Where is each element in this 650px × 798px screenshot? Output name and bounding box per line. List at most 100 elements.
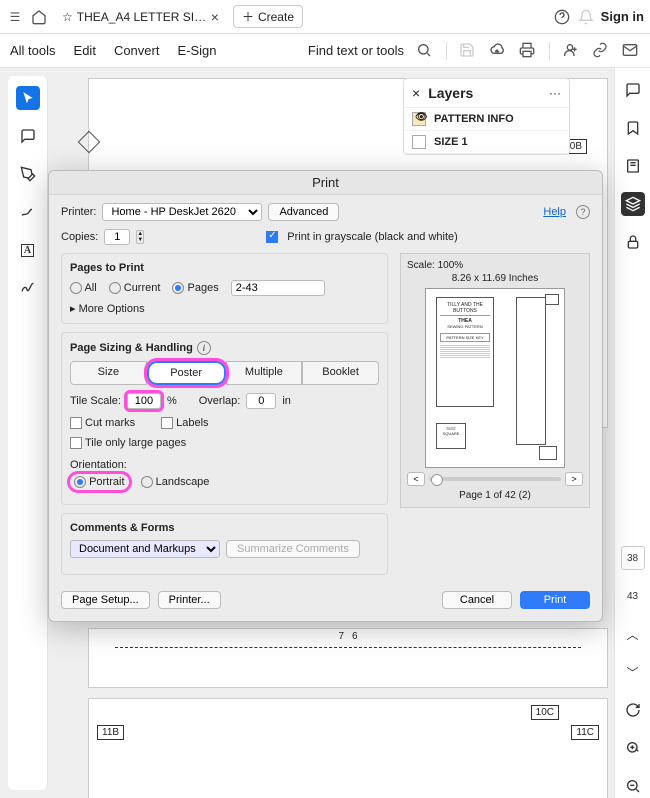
- advanced-button[interactable]: Advanced: [268, 203, 339, 221]
- overlap-label: Overlap:: [199, 395, 241, 407]
- layer-visibility-toggle[interactable]: 👁: [412, 112, 426, 126]
- highlight-tool[interactable]: [16, 162, 40, 186]
- menu-esign[interactable]: E-Sign: [177, 43, 216, 58]
- page-down-icon[interactable]: ﹀: [621, 660, 645, 684]
- tile-scale-label: Tile Scale:: [70, 395, 121, 407]
- landscape-radio[interactable]: [141, 476, 153, 488]
- copies-down-icon[interactable]: ▼: [137, 237, 143, 243]
- page-count-badge: 43: [621, 584, 645, 608]
- document-tab[interactable]: ☆ THEA_A4 LETTER SIZE... ×: [54, 7, 227, 27]
- search-icon[interactable]: [416, 42, 434, 60]
- layers-panel: × Layers ··· 👁 PATTERN INFO SIZE 1: [403, 78, 570, 155]
- link-icon[interactable]: [592, 42, 610, 60]
- star-icon: ☆: [62, 10, 73, 24]
- right-toolbar: 38 43 ︿ ﹀: [614, 68, 650, 798]
- printer-label: Printer:: [61, 206, 96, 218]
- create-button[interactable]: ＋ Create: [233, 5, 303, 28]
- page-of-label: Page 1 of 42 (2): [407, 490, 583, 501]
- panel-comment-icon[interactable]: [621, 78, 645, 102]
- page-sizing-title: Page Sizing & Handling: [70, 342, 193, 354]
- overlap-input[interactable]: [246, 393, 276, 409]
- help-link[interactable]: Help: [543, 206, 566, 218]
- document-page: 10C 11C 11B: [88, 698, 608, 798]
- menu-convert[interactable]: Convert: [114, 43, 160, 58]
- layers-more-icon[interactable]: ···: [549, 86, 561, 100]
- draw-tool[interactable]: [16, 200, 40, 224]
- scale-label: Scale: 100%: [407, 260, 583, 271]
- share-user-icon[interactable]: [562, 42, 580, 60]
- tab-size[interactable]: Size: [70, 361, 147, 385]
- text-tool[interactable]: A: [16, 238, 40, 262]
- close-tab-icon[interactable]: ×: [211, 9, 219, 25]
- portrait-radio[interactable]: [74, 476, 86, 488]
- layer-visibility-toggle[interactable]: [412, 135, 426, 149]
- pages-range-input[interactable]: [231, 280, 325, 296]
- tab-booklet[interactable]: Booklet: [302, 361, 379, 385]
- all-radio[interactable]: [70, 282, 82, 294]
- copies-input[interactable]: [104, 229, 130, 245]
- layer-row[interactable]: SIZE 1: [404, 131, 569, 154]
- sign-tool[interactable]: [16, 276, 40, 300]
- preview-next-button[interactable]: >: [565, 472, 583, 486]
- printer-select[interactable]: Home - HP DeskJet 2620: [102, 203, 262, 221]
- summarize-button: Summarize Comments: [226, 540, 360, 558]
- grayscale-checkbox[interactable]: [266, 231, 278, 243]
- cut-marks-checkbox[interactable]: [70, 417, 82, 429]
- home-icon[interactable]: [30, 8, 48, 26]
- mail-icon[interactable]: [622, 42, 640, 60]
- preview-slider[interactable]: [429, 477, 561, 481]
- comments-select[interactable]: Document and Markups: [70, 540, 220, 558]
- help-icon[interactable]: ?: [576, 205, 590, 219]
- copies-label: Copies:: [61, 231, 98, 243]
- print-dialog: Print Printer: Home - HP DeskJet 2620 Ad…: [48, 170, 603, 622]
- menu-edit[interactable]: Edit: [74, 43, 96, 58]
- comments-forms-title: Comments & Forms: [70, 522, 379, 534]
- print-icon[interactable]: [519, 42, 537, 60]
- panel-layers-icon[interactable]: [621, 192, 645, 216]
- close-layers-icon[interactable]: ×: [412, 85, 420, 101]
- zoom-out-icon[interactable]: [621, 774, 645, 798]
- tab-title: THEA_A4 LETTER SIZE...: [77, 10, 207, 24]
- cloud-icon[interactable]: [489, 42, 507, 60]
- zoom-in-icon[interactable]: [621, 736, 645, 760]
- comment-tool[interactable]: [16, 124, 40, 148]
- page-up-icon[interactable]: ︿: [621, 622, 645, 646]
- print-button[interactable]: Print: [520, 591, 590, 609]
- panel-lock-icon[interactable]: [621, 230, 645, 254]
- pattern-label-11c: 11C: [571, 725, 599, 740]
- pages-to-print-title: Pages to Print: [70, 262, 379, 274]
- ruler-mark: 7: [338, 631, 344, 642]
- bell-icon[interactable]: [577, 8, 595, 26]
- rotate-icon[interactable]: [621, 698, 645, 722]
- tab-multiple[interactable]: Multiple: [226, 361, 303, 385]
- preview-prev-button[interactable]: <: [407, 472, 425, 486]
- more-options-toggle[interactable]: ▸ More Options: [70, 303, 145, 315]
- tab-poster[interactable]: Poster: [147, 361, 226, 385]
- panel-bookmark-icon[interactable]: [621, 116, 645, 140]
- pattern-label-11b: 11B: [97, 725, 124, 740]
- menu-icon[interactable]: ☰: [6, 8, 24, 26]
- menu-all-tools[interactable]: All tools: [10, 43, 56, 58]
- document-page: 7 6: [88, 628, 608, 688]
- info-icon[interactable]: i: [197, 341, 211, 355]
- pages-radio[interactable]: [172, 282, 184, 294]
- layer-label: SIZE 1: [434, 136, 468, 148]
- pattern-label-10c: 10C: [531, 705, 559, 720]
- tile-large-checkbox[interactable]: [70, 437, 82, 449]
- labels-checkbox[interactable]: [161, 417, 173, 429]
- help-icon[interactable]: [553, 8, 571, 26]
- printer-settings-button[interactable]: Printer...: [158, 591, 221, 609]
- panel-thumb-icon[interactable]: [621, 154, 645, 178]
- left-toolbar: A: [8, 76, 48, 790]
- select-tool[interactable]: [16, 86, 40, 110]
- save-icon[interactable]: [459, 42, 477, 60]
- find-label: Find text or tools: [308, 43, 404, 58]
- layer-row[interactable]: 👁 PATTERN INFO: [404, 108, 569, 131]
- dialog-title: Print: [49, 171, 602, 195]
- current-radio[interactable]: [109, 282, 121, 294]
- sign-in-button[interactable]: Sign in: [601, 9, 644, 24]
- tile-scale-input[interactable]: [127, 393, 161, 409]
- page-number-badge[interactable]: 38: [621, 546, 645, 570]
- page-setup-button[interactable]: Page Setup...: [61, 591, 150, 609]
- cancel-button[interactable]: Cancel: [442, 591, 512, 609]
